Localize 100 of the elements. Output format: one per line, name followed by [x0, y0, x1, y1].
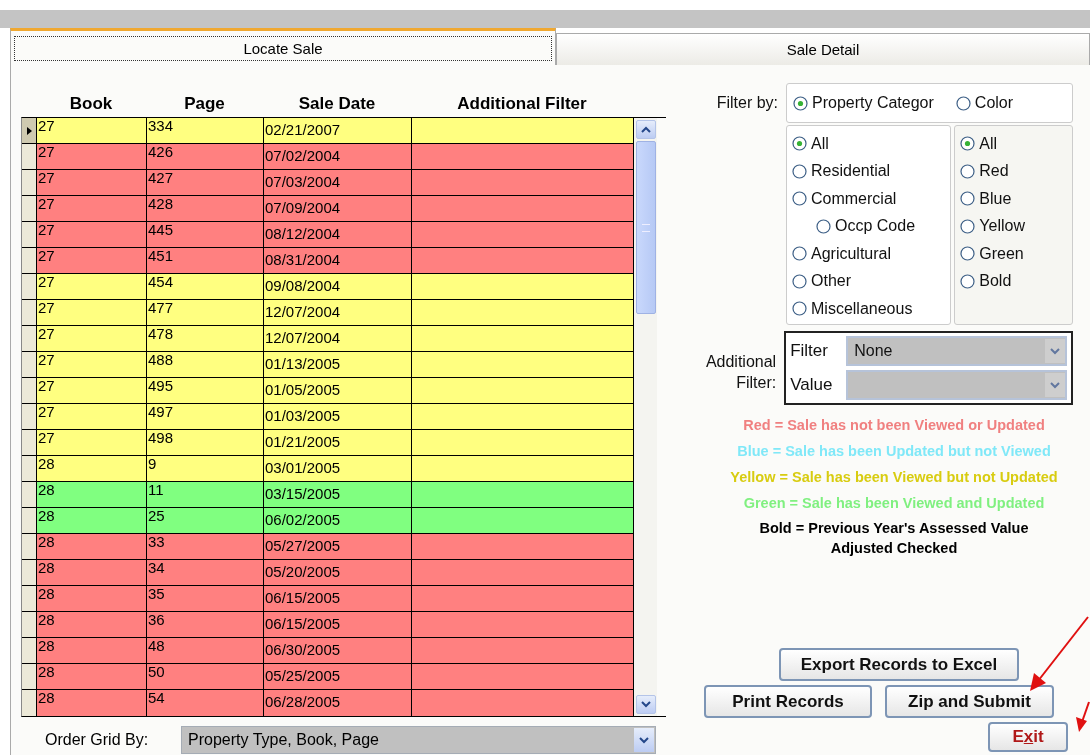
column-header[interactable]: Page [146, 93, 263, 114]
table-row[interactable]: 27 477 12/07/2004 [22, 300, 634, 326]
table-row[interactable]: 28 48 06/30/2005 [22, 638, 634, 664]
table-row[interactable]: 27 454 09/08/2004 [22, 274, 634, 300]
radio-label[interactable]: Agricultural [811, 244, 892, 263]
table-row[interactable]: 27 478 12/07/2004 [22, 326, 634, 352]
row-header[interactable] [22, 508, 37, 533]
column-header[interactable]: Additional Filter [411, 93, 633, 114]
row-header[interactable] [22, 664, 37, 689]
column-header[interactable]: Book [36, 93, 146, 114]
tab[interactable]: Sale Detail [556, 33, 1090, 65]
table-row[interactable]: 28 36 06/15/2005 [22, 612, 634, 638]
table-row[interactable]: 28 50 05/25/2005 [22, 664, 634, 690]
row-header[interactable] [22, 482, 37, 507]
row-header[interactable] [22, 118, 37, 143]
row-header[interactable] [22, 378, 37, 403]
radio-button[interactable] [955, 95, 971, 111]
table-row[interactable]: 27 428 07/09/2004 [22, 196, 634, 222]
table-cell: 03/01/2005 [264, 456, 412, 481]
table-row[interactable]: 27 451 08/31/2004 [22, 248, 634, 274]
table-cell: 28 [37, 612, 147, 637]
row-header[interactable] [22, 456, 37, 481]
row-header[interactable] [22, 196, 37, 221]
table-row[interactable]: 28 11 03/15/2005 [22, 482, 634, 508]
radio-button[interactable] [960, 136, 976, 152]
radio-button[interactable] [960, 191, 976, 207]
radio-label[interactable]: Yellow [979, 217, 1025, 236]
radio-button[interactable] [792, 136, 807, 152]
row-header[interactable] [22, 248, 37, 273]
table-row[interactable]: 27 495 01/05/2005 [22, 378, 634, 404]
row-header[interactable] [22, 534, 37, 559]
row-header[interactable] [22, 586, 37, 611]
table-row[interactable]: 27 497 01/03/2005 [22, 404, 634, 430]
table-cell: 495 [147, 378, 264, 403]
radio-button[interactable] [792, 163, 807, 179]
print-button[interactable]: Print Records [704, 685, 872, 718]
row-header[interactable] [22, 274, 37, 299]
row-header[interactable] [22, 404, 37, 429]
radio-button[interactable] [792, 246, 807, 262]
radio-label[interactable]: Green [979, 244, 1024, 263]
radio-label[interactable]: Color [974, 94, 1014, 112]
table-row[interactable]: 28 35 06/15/2005 [22, 586, 634, 612]
table-row[interactable]: 28 54 06/28/2005 [22, 690, 634, 716]
row-header[interactable] [22, 352, 37, 377]
radio-label[interactable]: Red [979, 162, 1009, 181]
table-cell: 27 [37, 378, 147, 403]
table-cell: 08/12/2004 [264, 222, 412, 247]
row-header[interactable] [22, 326, 37, 351]
row-header[interactable] [22, 222, 37, 247]
row-header[interactable] [22, 690, 37, 716]
radio-label[interactable]: Residential [811, 162, 891, 181]
radio-button[interactable] [960, 246, 976, 262]
table-row[interactable]: 28 25 06/02/2005 [22, 508, 634, 534]
table-row[interactable]: 27 426 07/02/2004 [22, 144, 634, 170]
row-header[interactable] [22, 170, 37, 195]
radio-label[interactable]: Commercial [811, 189, 897, 208]
row-header[interactable] [22, 612, 37, 637]
radio-button[interactable] [960, 273, 976, 289]
submit-button[interactable]: Zip and Submit [885, 685, 1054, 718]
radio-label[interactable]: All [979, 134, 998, 153]
radio-label[interactable]: All [811, 134, 829, 153]
radio-button[interactable] [793, 95, 808, 111]
table-row[interactable]: 27 334 02/21/2007 [22, 118, 634, 144]
order-dropdown[interactable]: Property Type, Book, Page [181, 726, 656, 754]
table-row[interactable]: 27 427 07/03/2004 [22, 170, 634, 196]
radio-label[interactable]: Other [811, 272, 851, 291]
row-header[interactable] [22, 144, 37, 169]
scrollbar[interactable] [634, 118, 657, 716]
table-row[interactable]: 28 34 05/20/2005 [22, 560, 634, 586]
radio-label[interactable]: Property Categor [812, 94, 934, 112]
row-header[interactable] [22, 638, 37, 663]
radio-label[interactable]: Bold [979, 272, 1012, 291]
table-row[interactable]: 27 488 01/13/2005 [22, 352, 634, 378]
table-cell: 33 [147, 534, 264, 559]
table-row[interactable]: 28 33 05/27/2005 [22, 534, 634, 560]
table-row[interactable]: 27 498 01/21/2005 [22, 430, 634, 456]
table-row[interactable]: 28 9 03/01/2005 [22, 456, 634, 482]
column-header[interactable]: Sale Date [263, 93, 411, 114]
tab[interactable]: Locate Sale [10, 28, 556, 65]
table-cell: 477 [147, 300, 264, 325]
row-header[interactable] [22, 430, 37, 455]
radio-button[interactable] [792, 301, 807, 317]
row-header[interactable] [22, 560, 37, 585]
radio-button[interactable] [960, 218, 976, 234]
additional-filter-label: Additional Filter: [704, 352, 778, 393]
radio-label[interactable]: Blue [979, 189, 1012, 208]
radio-button[interactable] [816, 218, 831, 234]
radio-button[interactable] [792, 273, 807, 289]
legend-text: Blue = Sale has been Updated but not Viewed [737, 442, 1051, 461]
radio-label[interactable]: Miscellaneous [811, 299, 913, 318]
radio-button[interactable] [792, 191, 807, 207]
radio-button[interactable] [960, 163, 976, 179]
table-row[interactable]: 27 445 08/12/2004 [22, 222, 634, 248]
table-cell: 28 [37, 534, 147, 559]
scroll-thumb[interactable] [635, 141, 656, 314]
export-button[interactable]: Export Records to Excel [779, 648, 1019, 681]
table-cell: 27 [37, 300, 147, 325]
radio-label[interactable]: Occp Code [835, 217, 916, 236]
exit-button[interactable]: Exit [988, 722, 1068, 752]
row-header[interactable] [22, 300, 37, 325]
